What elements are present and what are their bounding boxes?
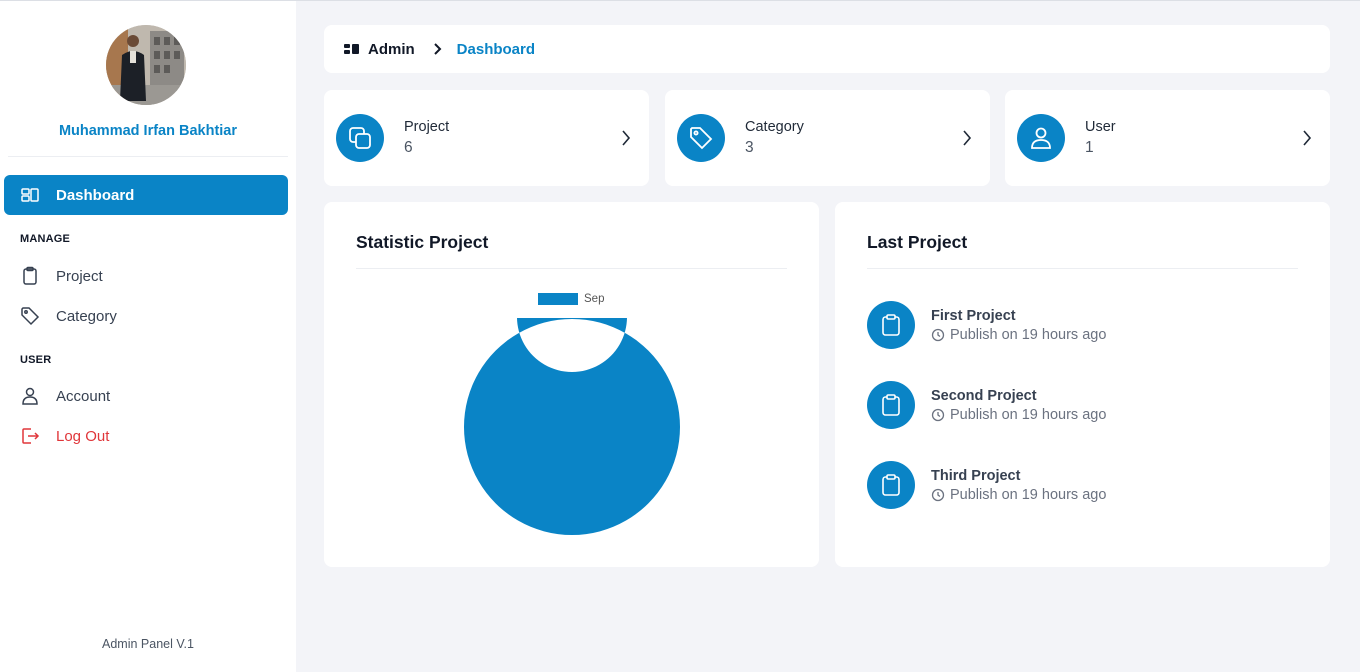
list-item[interactable]: Third Project Publish on 19 hours ago: [867, 461, 1106, 509]
project-name[interactable]: Third Project: [931, 468, 1106, 484]
stat-value: 3: [745, 139, 754, 156]
stat-label: User: [1085, 119, 1116, 135]
divider: [356, 268, 787, 269]
stat-value: 6: [404, 139, 413, 156]
project-meta: Publish on 19 hours ago: [931, 327, 1106, 343]
home-icon: [344, 43, 360, 55]
profile-section: Muhammad Irfan Bakhtiar: [8, 1, 288, 157]
legend-swatch: [538, 293, 578, 305]
sidebar-footer: Admin Panel V.1: [102, 637, 194, 651]
stat-card-project[interactable]: Project 6: [324, 90, 649, 186]
breadcrumb-current: Dashboard: [456, 40, 536, 58]
user-icon: [20, 386, 40, 406]
sidebar-item-logout[interactable]: Log Out: [4, 416, 288, 456]
stat-label: Category: [745, 119, 804, 135]
clipboard-icon: [867, 461, 915, 509]
clock-icon: [931, 408, 945, 422]
logout-icon: [20, 426, 40, 446]
section-label-manage: MANAGE: [20, 233, 71, 245]
list-item[interactable]: Second Project Publish on 19 hours ago: [867, 381, 1106, 429]
chevron-right-icon[interactable]: [962, 129, 972, 147]
sidebar-item-label: Project: [56, 267, 103, 285]
donut-chart[interactable]: [463, 318, 681, 536]
panel-title: Statistic Project: [356, 232, 489, 252]
project-name[interactable]: Second Project: [931, 388, 1106, 404]
sidebar-item-dashboard[interactable]: Dashboard: [4, 175, 288, 215]
clock-icon: [931, 328, 945, 342]
stat-label: Project: [404, 119, 450, 135]
sidebar-item-project[interactable]: Project: [4, 256, 288, 296]
project-name[interactable]: First Project: [931, 308, 1106, 324]
profile-name[interactable]: Muhammad Irfan Bakhtiar: [8, 123, 288, 139]
clipboard-icon: [867, 381, 915, 429]
dashboard-icon: [20, 185, 40, 205]
divider: [867, 268, 1298, 269]
project-meta: Publish on 19 hours ago: [931, 487, 1106, 503]
copy-icon: [336, 114, 384, 162]
section-label-user: USER: [20, 354, 52, 366]
avatar[interactable]: [106, 25, 186, 105]
stat-card-category[interactable]: Category 3: [665, 90, 990, 186]
tag-icon: [20, 306, 40, 326]
tag-icon: [677, 114, 725, 162]
chevron-right-icon[interactable]: [1302, 129, 1312, 147]
sidebar: Muhammad Irfan Bakhtiar Dashboard MANAGE…: [0, 1, 296, 672]
project-meta-text: Publish on 19 hours ago: [950, 406, 1107, 423]
statistic-panel: Statistic Project Sep: [324, 202, 819, 567]
project-meta: Publish on 19 hours ago: [931, 407, 1106, 423]
legend-label: Sep: [584, 293, 605, 305]
sidebar-item-label: Account: [56, 387, 111, 405]
sidebar-item-label: Log Out: [56, 427, 110, 445]
sidebar-item-account[interactable]: Account: [4, 376, 288, 416]
breadcrumb-home-label: Admin: [368, 40, 415, 58]
sidebar-item-label: Dashboard: [56, 186, 135, 204]
project-meta-text: Publish on 19 hours ago: [950, 486, 1107, 503]
list-item[interactable]: First Project Publish on 19 hours ago: [867, 301, 1106, 349]
chevron-right-icon[interactable]: [621, 129, 631, 147]
project-meta-text: Publish on 19 hours ago: [950, 326, 1107, 343]
panel-title: Last Project: [867, 232, 968, 252]
user-icon: [1017, 114, 1065, 162]
sidebar-item-label: Category: [56, 307, 117, 325]
breadcrumb-home[interactable]: Admin: [344, 41, 415, 58]
sidebar-item-category[interactable]: Category: [4, 296, 288, 336]
clipboard-icon: [20, 266, 40, 286]
chevron-right-icon: [433, 43, 443, 55]
stat-value: 1: [1085, 139, 1094, 156]
stat-card-user[interactable]: User 1: [1005, 90, 1330, 186]
clipboard-icon: [867, 301, 915, 349]
last-project-panel: Last Project First Project Publish on 19…: [835, 202, 1330, 567]
chart-legend[interactable]: Sep: [538, 293, 604, 305]
clock-icon: [931, 488, 945, 502]
breadcrumb: Admin Dashboard: [324, 25, 1330, 73]
